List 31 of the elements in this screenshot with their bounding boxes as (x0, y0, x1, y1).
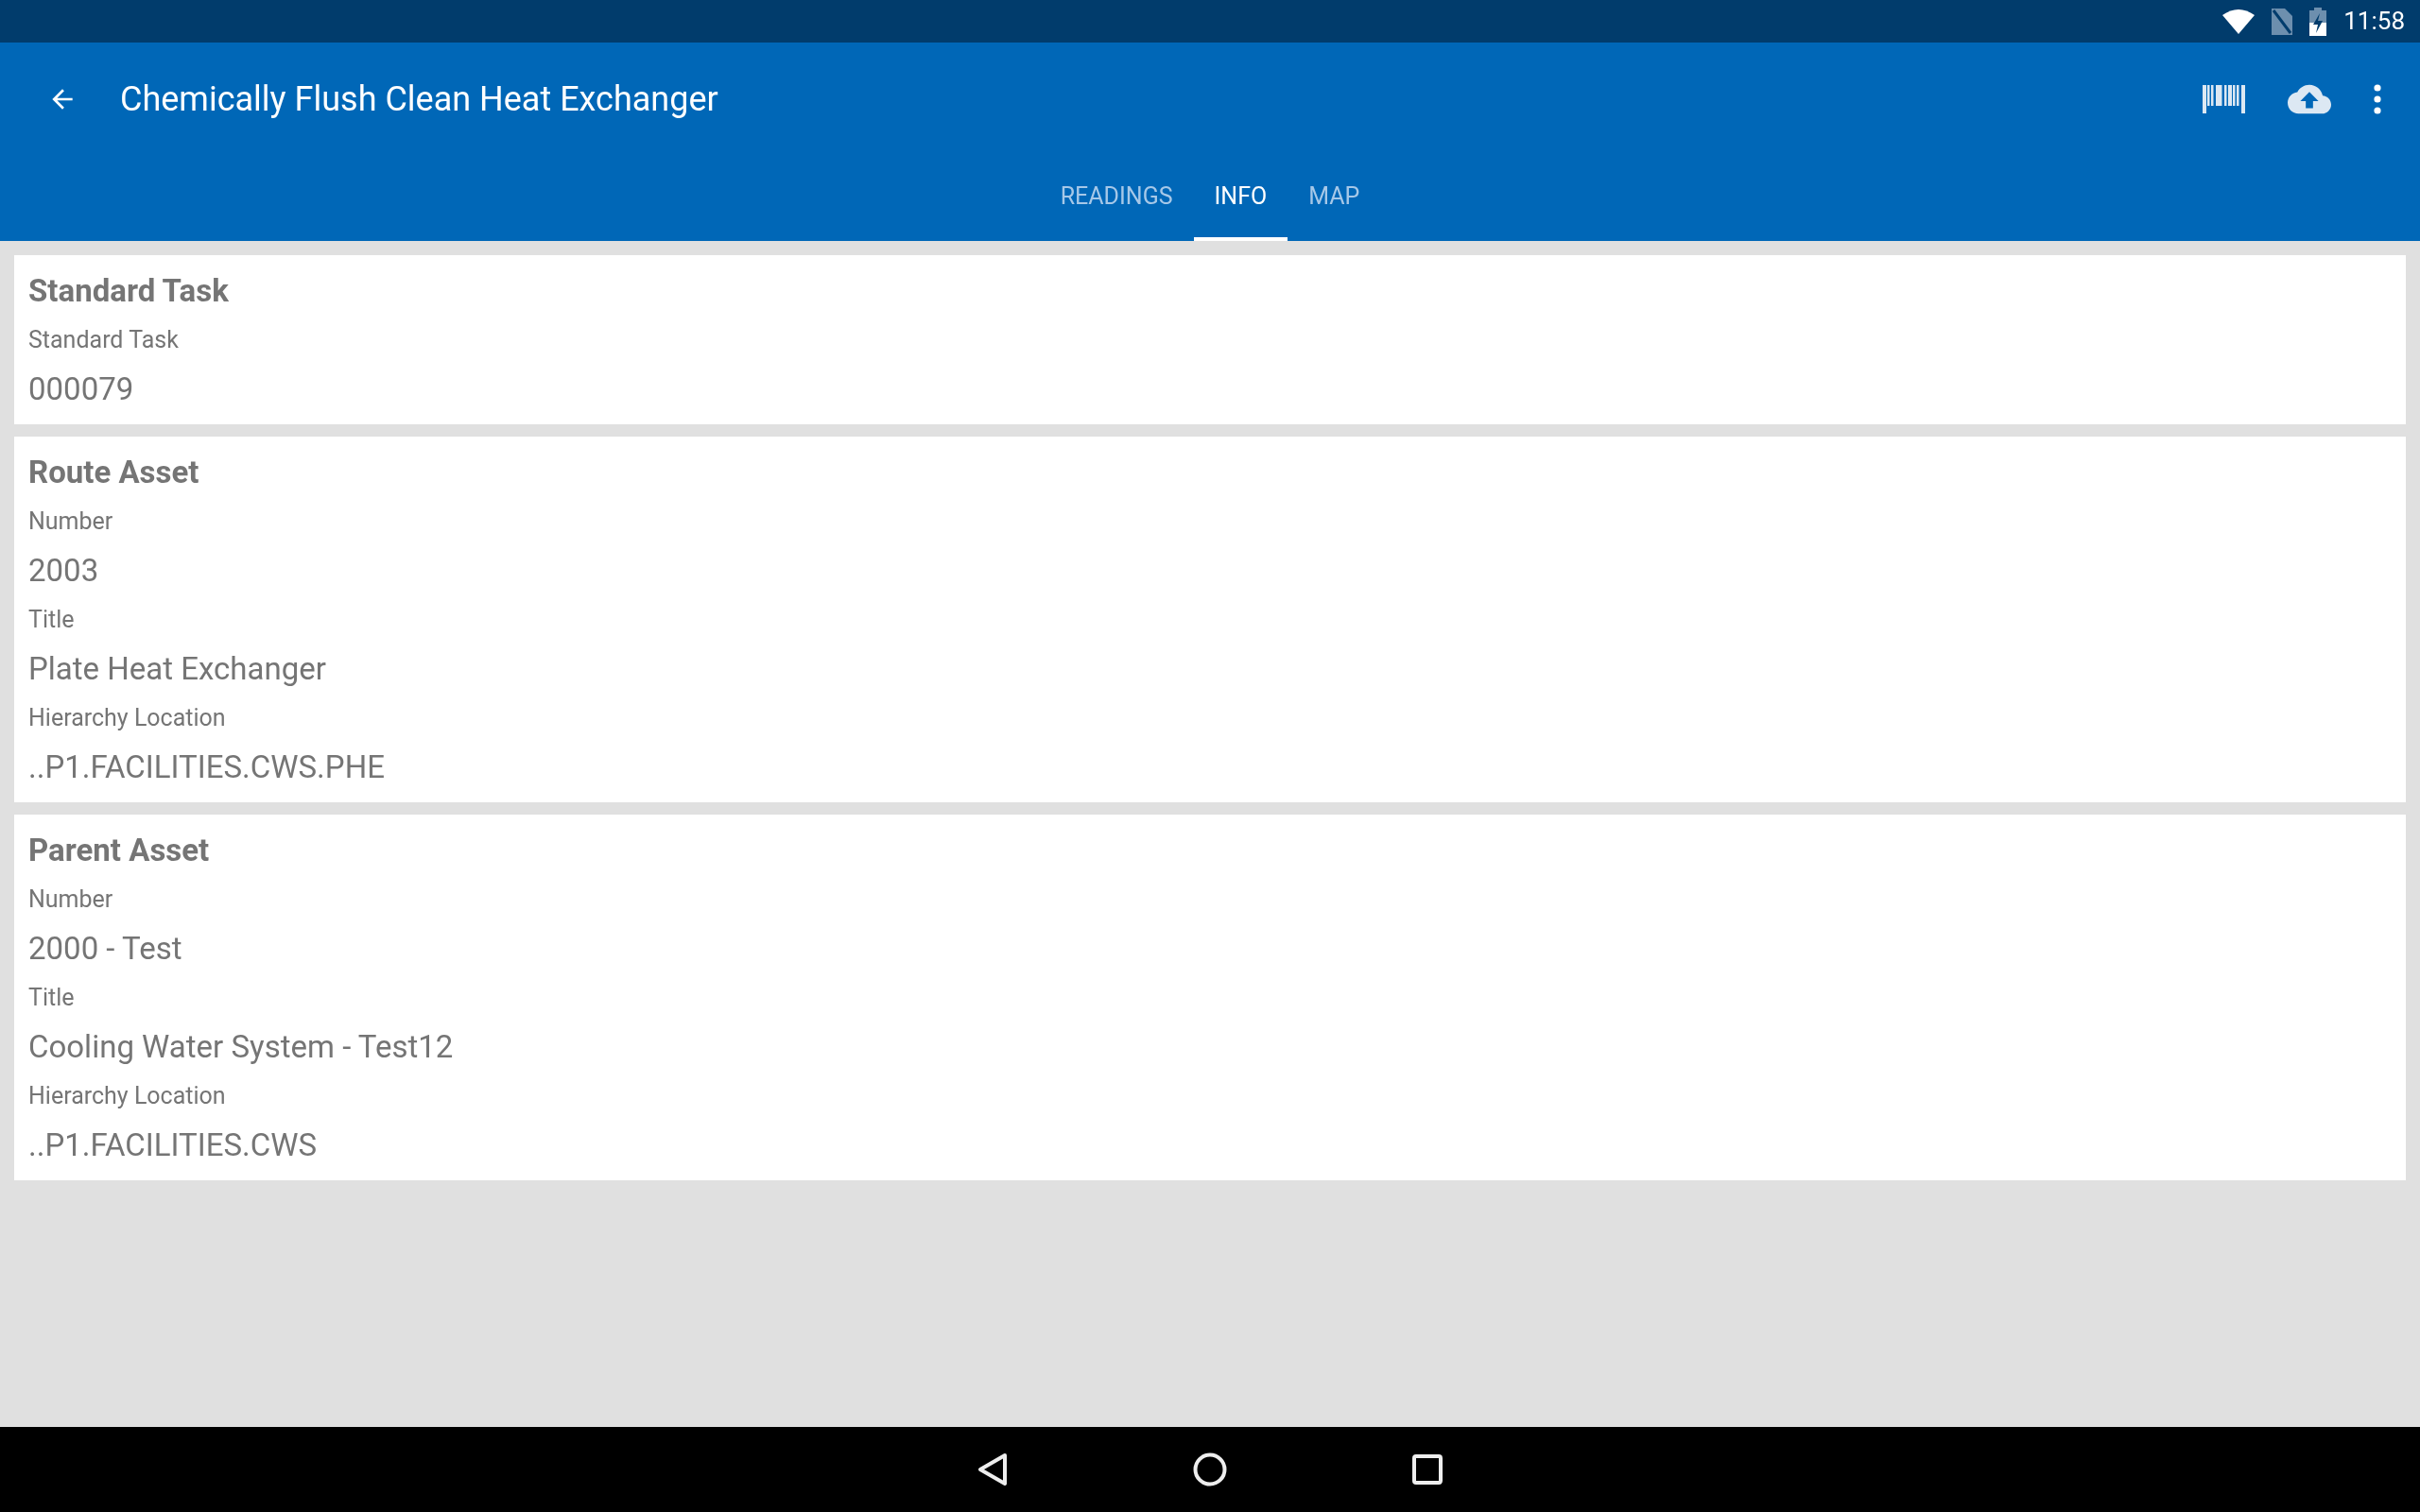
card-heading: Route Asset (28, 453, 200, 492)
field-label: Number (28, 885, 114, 915)
field-value: Cooling Water System - Test12 (28, 1027, 455, 1067)
circle-home-icon (1193, 1452, 1227, 1486)
field-value: ..P1.FACILITIES.CWS.PHE (28, 747, 386, 787)
card-heading: Parent Asset (28, 831, 211, 870)
field-value: ..P1.FACILITIES.CWS (28, 1125, 319, 1165)
cloud-upload-icon (2288, 84, 2331, 114)
field-value: 2003 (28, 551, 100, 591)
tab[interactable]: INFO (1193, 156, 1288, 241)
field-label: Hierarchy Location (28, 703, 227, 733)
field-label: Hierarchy Location (28, 1081, 227, 1111)
barcode-icon (2203, 85, 2246, 113)
field-label: Standard Task (28, 325, 180, 355)
more-vertical-icon (2374, 84, 2381, 114)
field-label: Title (28, 605, 76, 635)
square-recents-icon (1412, 1454, 1443, 1485)
tab[interactable]: READINGS (1039, 156, 1194, 241)
screen-title: Chemically Flush Clean Heat Exchanger (120, 78, 718, 121)
tab[interactable]: MAP (1288, 156, 1381, 241)
field-label: Title (28, 983, 76, 1013)
field-value: 000079 (28, 369, 135, 409)
battery-charging-icon (2309, 7, 2327, 36)
field-value: 2000 - Test (28, 929, 183, 969)
field-value: Plate Heat Exchanger (28, 649, 327, 689)
wifi-icon (2222, 9, 2256, 34)
card-heading: Standard Task (28, 271, 230, 311)
triangle-back-icon (977, 1452, 1008, 1486)
field-label: Number (28, 507, 114, 537)
no-sim-icon (2272, 8, 2293, 35)
clock-time: 11:58 (2343, 6, 2405, 37)
